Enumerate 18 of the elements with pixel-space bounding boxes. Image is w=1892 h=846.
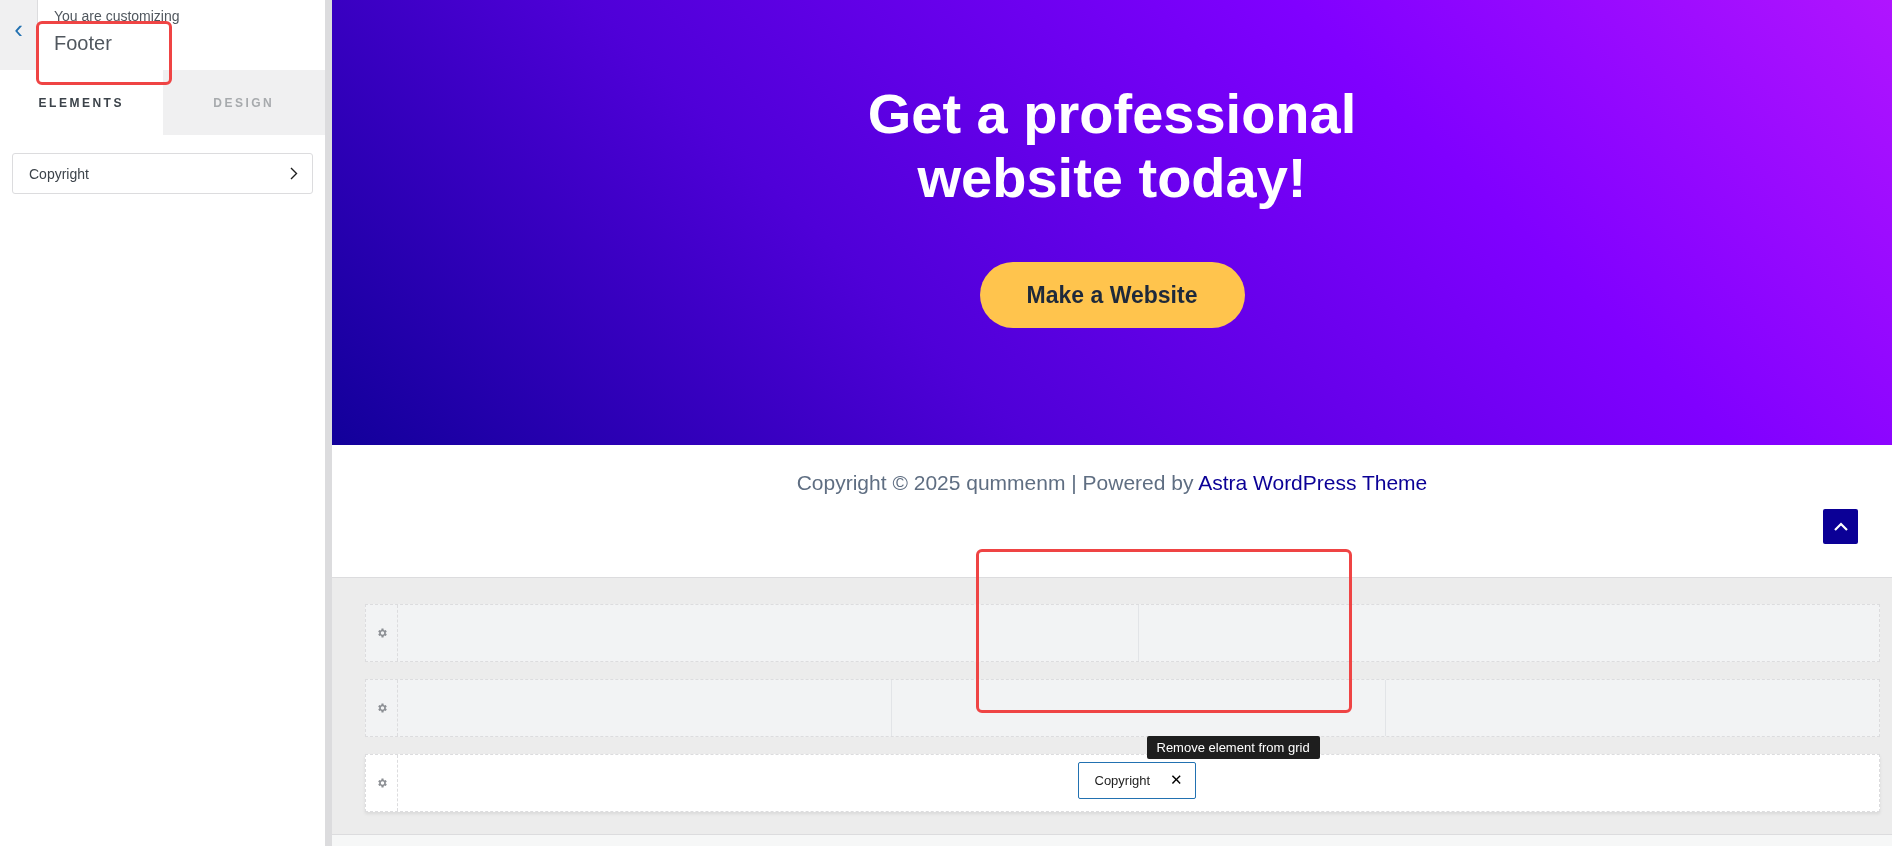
tooltip: Remove element from grid xyxy=(1146,736,1320,759)
chevron-right-icon xyxy=(290,167,298,180)
hero-heading: Get a professional website today! xyxy=(866,82,1358,210)
theme-link[interactable]: Astra WordPress Theme xyxy=(1198,471,1428,494)
scroll-top-button[interactable] xyxy=(1823,509,1858,544)
gear-icon xyxy=(375,777,388,789)
make-website-button[interactable]: Make a Website xyxy=(979,262,1245,328)
copyright-text: Copyright © 2025 qummenm | Powered by Astra WordPress Theme xyxy=(796,471,1428,495)
copyright-element[interactable]: Copyright ✕ xyxy=(1077,761,1196,799)
chevron-up-icon xyxy=(1833,522,1848,531)
element-item[interactable]: Copyright xyxy=(12,153,313,194)
element-label: Copyright xyxy=(1094,772,1151,788)
panel-title: Footer xyxy=(54,32,113,55)
gear-icon xyxy=(375,627,388,639)
panel-eyebrow: You are customizing xyxy=(54,8,181,24)
gear-icon xyxy=(375,702,388,714)
remove-button[interactable]: ✕ xyxy=(1169,771,1183,789)
panel-tab[interactable]: ELEMENTS xyxy=(0,70,163,135)
